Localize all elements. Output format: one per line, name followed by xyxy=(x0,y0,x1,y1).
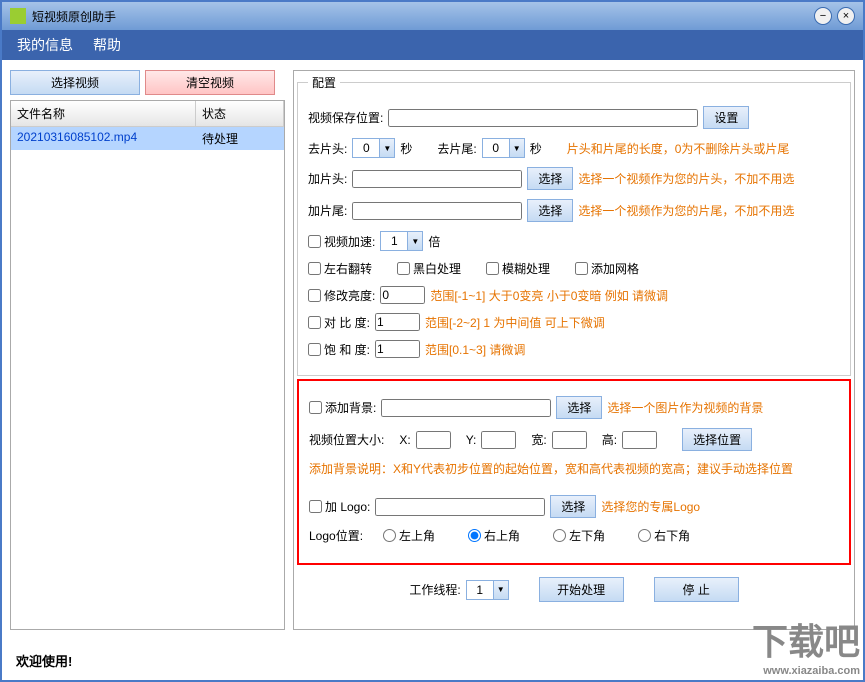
chevron-down-icon[interactable]: ▼ xyxy=(493,581,508,599)
set-path-button[interactable]: 设置 xyxy=(703,106,749,129)
col-filename: 文件名称 xyxy=(11,101,196,126)
app-icon xyxy=(10,8,26,24)
add-bg-select-button[interactable]: 选择 xyxy=(556,396,602,419)
file-name-cell: 20210316085102.mp4 xyxy=(11,127,196,150)
add-bg-checkbox[interactable]: 添加背景: xyxy=(309,399,376,416)
cut-tail-label: 去片尾: xyxy=(437,140,476,157)
chevron-down-icon[interactable]: ▼ xyxy=(379,139,394,157)
add-bg-input[interactable] xyxy=(381,399,551,417)
y-input[interactable] xyxy=(481,431,516,449)
saturate-hint: 范围[0.1~3] 请微调 xyxy=(425,341,525,358)
radio-bottom-right[interactable]: 右下角 xyxy=(638,527,690,544)
speed-checkbox[interactable]: 视频加速: xyxy=(308,233,375,250)
menubar: 我的信息 帮助 xyxy=(2,30,863,60)
radio-top-right[interactable]: 右上角 xyxy=(468,527,520,544)
save-path-label: 视频保存位置: xyxy=(308,109,383,126)
add-head-input[interactable] xyxy=(352,170,522,188)
flip-checkbox[interactable]: 左右翻转 xyxy=(308,260,372,277)
add-tail-label: 加片尾: xyxy=(308,202,347,219)
h-label: 高: xyxy=(602,431,617,448)
menu-my-info[interactable]: 我的信息 xyxy=(17,35,73,55)
chevron-down-icon[interactable]: ▼ xyxy=(407,232,422,250)
cut-head-spinner[interactable]: ▼ xyxy=(352,138,395,158)
titlebar: 短视频原创助手 − × xyxy=(2,2,863,30)
add-head-hint: 选择一个视频作为您的片头，不加不用选 xyxy=(578,170,794,187)
background-section: 添加背景: 选择 选择一个图片作为视频的背景 视频位置大小: X: Y: 宽: xyxy=(297,379,851,565)
minimize-button[interactable]: − xyxy=(814,7,832,25)
file-row[interactable]: 20210316085102.mp4 待处理 xyxy=(11,127,284,150)
save-path-input[interactable] xyxy=(388,109,698,127)
w-label: 宽: xyxy=(531,431,546,448)
bw-checkbox[interactable]: 黑白处理 xyxy=(397,260,461,277)
select-position-button[interactable]: 选择位置 xyxy=(682,428,752,451)
file-table: 文件名称 状态 20210316085102.mp4 待处理 xyxy=(10,100,285,630)
sec-label: 秒 xyxy=(530,140,542,157)
config-fieldset: 配置 视频保存位置: 设置 去片头: ▼ 秒 去片尾: ▼ 秒 片头和片尾的长度… xyxy=(297,74,851,376)
app-title: 短视频原创助手 xyxy=(32,8,809,25)
speed-spinner[interactable]: ▼ xyxy=(380,231,423,251)
add-bg-hint: 选择一个图片作为视频的背景 xyxy=(607,399,763,416)
cut-tail-spinner[interactable]: ▼ xyxy=(482,138,525,158)
add-tail-input[interactable] xyxy=(352,202,522,220)
watermark: 下载吧 www.xiazaiba.com xyxy=(752,613,860,677)
add-logo-hint: 选择您的专属Logo xyxy=(601,498,700,515)
select-video-button[interactable]: 选择视频 xyxy=(10,70,140,95)
pos-size-label: 视频位置大小: xyxy=(309,431,384,448)
clear-video-button[interactable]: 清空视频 xyxy=(145,70,275,95)
add-tail-select-button[interactable]: 选择 xyxy=(527,199,573,222)
saturate-checkbox[interactable]: 饱 和 度: xyxy=(308,341,370,358)
bg-note: 添加背景说明：X和Y代表初步位置的起始位置，宽和高代表视频的宽高；建议手动选择位… xyxy=(309,460,793,477)
app-window: 短视频原创助手 − × 我的信息 帮助 选择视频 清空视频 文件名称 状态 20… xyxy=(0,0,865,682)
add-head-label: 加片头: xyxy=(308,170,347,187)
start-button[interactable]: 开始处理 xyxy=(539,577,624,602)
contrast-input[interactable] xyxy=(375,313,420,331)
chevron-down-icon[interactable]: ▼ xyxy=(509,139,524,157)
left-panel: 选择视频 清空视频 文件名称 状态 20210316085102.mp4 待处理 xyxy=(10,70,285,630)
add-logo-checkbox[interactable]: 加 Logo: xyxy=(309,498,370,515)
saturate-input[interactable] xyxy=(375,340,420,358)
y-label: Y: xyxy=(466,433,477,447)
w-input[interactable] xyxy=(552,431,587,449)
add-logo-input[interactable] xyxy=(375,498,545,516)
col-status: 状态 xyxy=(196,101,284,126)
right-panel: 配置 视频保存位置: 设置 去片头: ▼ 秒 去片尾: ▼ 秒 片头和片尾的长度… xyxy=(293,70,855,630)
menu-help[interactable]: 帮助 xyxy=(93,35,121,55)
threads-spinner[interactable]: ▼ xyxy=(466,580,509,600)
watermark-main: 下载吧 xyxy=(752,621,860,662)
h-input[interactable] xyxy=(622,431,657,449)
add-tail-hint: 选择一个视频作为您的片尾，不加不用选 xyxy=(578,202,794,219)
speed-unit: 倍 xyxy=(428,233,440,250)
watermark-sub: www.xiazaiba.com xyxy=(752,665,860,677)
x-input[interactable] xyxy=(416,431,451,449)
content: 选择视频 清空视频 文件名称 状态 20210316085102.mp4 待处理… xyxy=(2,60,863,640)
brightness-hint: 范围[-1~1] 大于0变亮 小于0变暗 例如 请微调 xyxy=(430,287,668,304)
footer-text: 欢迎使用! xyxy=(16,651,72,670)
sec-label: 秒 xyxy=(400,140,412,157)
threads-label: 工作线程: xyxy=(409,581,460,598)
grid-checkbox[interactable]: 添加网格 xyxy=(575,260,639,277)
file-status-cell: 待处理 xyxy=(196,127,284,150)
brightness-input[interactable] xyxy=(380,286,425,304)
cut-head-label: 去片头: xyxy=(308,140,347,157)
stop-button[interactable]: 停 止 xyxy=(654,577,739,602)
config-legend: 配置 xyxy=(308,74,340,91)
cut-hint: 片头和片尾的长度，0为不删除片头或片尾 xyxy=(567,140,790,157)
add-logo-select-button[interactable]: 选择 xyxy=(550,495,596,518)
blur-checkbox[interactable]: 模糊处理 xyxy=(486,260,550,277)
x-label: X: xyxy=(399,433,410,447)
logo-pos-label: Logo位置: xyxy=(309,527,363,544)
contrast-checkbox[interactable]: 对 比 度: xyxy=(308,314,370,331)
brightness-checkbox[interactable]: 修改亮度: xyxy=(308,287,375,304)
close-button[interactable]: × xyxy=(837,7,855,25)
radio-bottom-left[interactable]: 左下角 xyxy=(553,527,605,544)
contrast-hint: 范围[-2~2] 1 为中间值 可上下微调 xyxy=(425,314,605,331)
add-head-select-button[interactable]: 选择 xyxy=(527,167,573,190)
file-table-header: 文件名称 状态 xyxy=(11,101,284,127)
radio-top-left[interactable]: 左上角 xyxy=(383,527,435,544)
